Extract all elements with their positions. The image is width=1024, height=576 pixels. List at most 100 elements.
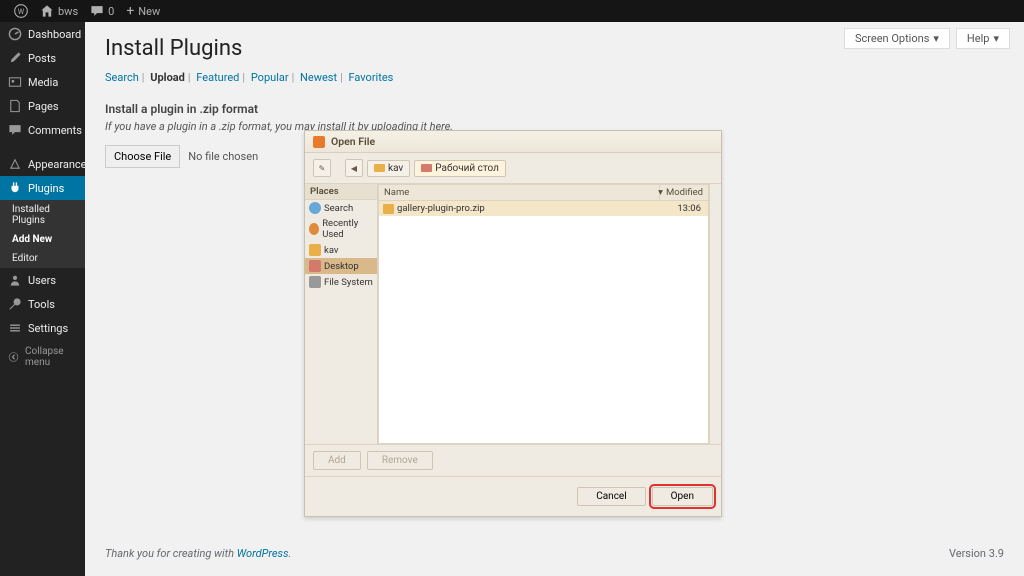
dialog-title-bar[interactable]: Open File: [305, 131, 721, 153]
column-modified[interactable]: ▾Modified: [660, 185, 708, 200]
comments-number: 0: [108, 5, 114, 18]
place-filesystem[interactable]: File System: [305, 274, 377, 290]
places-header: Places: [305, 184, 377, 200]
sidebar-label: Appearance: [28, 158, 87, 171]
dialog-title: Open File: [331, 135, 375, 148]
folder-icon: [313, 136, 325, 148]
place-desktop[interactable]: Desktop: [305, 258, 377, 274]
nav-favorites[interactable]: Favorites: [349, 71, 394, 84]
desktop-icon: [421, 164, 432, 172]
instruction-heading: Install a plugin in .zip format: [105, 102, 1004, 116]
column-name[interactable]: Name: [379, 185, 660, 200]
footer-text: Thank you for creating with: [105, 547, 237, 560]
nav-featured[interactable]: Featured: [196, 71, 239, 84]
place-label: Recently Used: [322, 218, 373, 240]
recent-icon: [309, 223, 319, 235]
sidebar-item-media[interactable]: Media: [0, 70, 85, 94]
places-panel: Places Search Recently Used kav Desktop …: [305, 184, 378, 444]
sidebar-item-plugins[interactable]: Plugins: [0, 176, 85, 200]
chevron-down-icon: ▾: [993, 32, 999, 45]
admin-footer: Thank you for creating with WordPress. V…: [105, 533, 1004, 566]
file-row[interactable]: gallery-plugin-pro.zip 13:06: [379, 201, 708, 216]
file-modified: 13:06: [660, 203, 704, 214]
submenu-add-new[interactable]: Add New: [0, 230, 85, 249]
filter-nav: Search| Upload| Featured| Popular| Newes…: [105, 71, 1004, 84]
sidebar-label: Posts: [28, 52, 56, 65]
sidebar-label: Comments: [28, 124, 82, 137]
place-search[interactable]: Search: [305, 200, 377, 216]
col-label: Modified: [666, 187, 703, 198]
sidebar-label: Dashboard: [28, 28, 81, 41]
sidebar-label: Media: [28, 76, 58, 89]
file-name: gallery-plugin-pro.zip: [397, 203, 485, 214]
sidebar-label: Pages: [28, 100, 59, 113]
nav-popular[interactable]: Popular: [251, 71, 289, 84]
submenu-installed[interactable]: Installed Plugins: [0, 200, 85, 230]
archive-icon: [383, 204, 394, 214]
scrollbar[interactable]: [709, 184, 721, 444]
sidebar-label: Plugins: [28, 182, 64, 195]
open-file-dialog: Open File ✎ ◀ kav Рабочий стол Places Se…: [304, 130, 722, 517]
nav-upload[interactable]: Upload: [150, 71, 185, 84]
folder-icon: [374, 164, 385, 172]
path-label: kav: [388, 163, 403, 174]
remove-place-button[interactable]: Remove: [367, 451, 433, 470]
open-button[interactable]: Open: [652, 487, 713, 506]
place-recent[interactable]: Recently Used: [305, 216, 377, 242]
path-segment-kav[interactable]: kav: [367, 160, 410, 177]
help-button[interactable]: Help ▾: [956, 28, 1010, 49]
sidebar-item-pages[interactable]: Pages: [0, 94, 85, 118]
sidebar-item-users[interactable]: Users: [0, 268, 85, 292]
site-name[interactable]: bws: [34, 4, 84, 18]
plugins-submenu: Installed Plugins Add New Editor: [0, 200, 85, 268]
place-label: File System: [324, 277, 373, 288]
edit-location-button[interactable]: ✎: [313, 159, 331, 177]
desktop-icon: [309, 260, 321, 272]
place-label: Search: [324, 203, 353, 214]
sort-down-icon: ▾: [658, 187, 663, 198]
search-icon: [309, 202, 321, 214]
btn-label: Screen Options: [855, 32, 929, 45]
place-label: Desktop: [324, 261, 359, 272]
file-chosen-label: No file chosen: [188, 150, 258, 163]
sidebar-item-dashboard[interactable]: Dashboard: [0, 22, 85, 46]
wordpress-link[interactable]: WordPress: [237, 547, 289, 560]
path-label: Рабочий стол: [435, 163, 499, 174]
svg-text:W: W: [18, 8, 25, 16]
dialog-toolbar: ✎ ◀ kav Рабочий стол: [305, 153, 721, 184]
submenu-editor[interactable]: Editor: [0, 249, 85, 268]
sidebar-label: Settings: [28, 322, 68, 335]
sidebar-item-appearance[interactable]: Appearance: [0, 152, 85, 176]
path-segment-desktop[interactable]: Рабочий стол: [414, 160, 506, 177]
place-label: kav: [324, 245, 339, 256]
comments-count[interactable]: 0: [84, 4, 120, 18]
path-back-button[interactable]: ◀: [345, 159, 363, 177]
screen-options-button[interactable]: Screen Options ▾: [844, 28, 950, 49]
add-new-label: New: [138, 5, 160, 18]
drive-icon: [309, 276, 321, 288]
cancel-button[interactable]: Cancel: [577, 487, 645, 506]
collapse-menu[interactable]: Collapse menu: [0, 340, 85, 374]
sidebar-item-tools[interactable]: Tools: [0, 292, 85, 316]
admin-toolbar: W bws 0 +New: [0, 0, 1024, 22]
site-label: bws: [58, 5, 78, 18]
home-folder-icon: [309, 244, 321, 256]
version-label: Version 3.9: [949, 547, 1004, 560]
wp-logo[interactable]: W: [8, 4, 34, 18]
nav-search[interactable]: Search: [105, 71, 139, 84]
sidebar-label: Users: [28, 274, 56, 287]
sidebar-label: Tools: [28, 298, 55, 311]
chevron-down-icon: ▾: [933, 32, 939, 45]
collapse-label: Collapse menu: [25, 346, 77, 368]
nav-newest[interactable]: Newest: [300, 71, 337, 84]
choose-file-button[interactable]: Choose File: [105, 145, 180, 168]
file-list: Name ▾Modified gallery-plugin-pro.zip 13…: [378, 184, 709, 444]
add-new[interactable]: +New: [120, 3, 166, 19]
add-place-button[interactable]: Add: [313, 451, 361, 470]
sidebar-item-comments[interactable]: Comments: [0, 118, 85, 142]
btn-label: Help: [967, 32, 990, 45]
admin-sidebar: Dashboard Posts Media Pages Comments App…: [0, 22, 85, 576]
sidebar-item-settings[interactable]: Settings: [0, 316, 85, 340]
place-home[interactable]: kav: [305, 242, 377, 258]
sidebar-item-posts[interactable]: Posts: [0, 46, 85, 70]
